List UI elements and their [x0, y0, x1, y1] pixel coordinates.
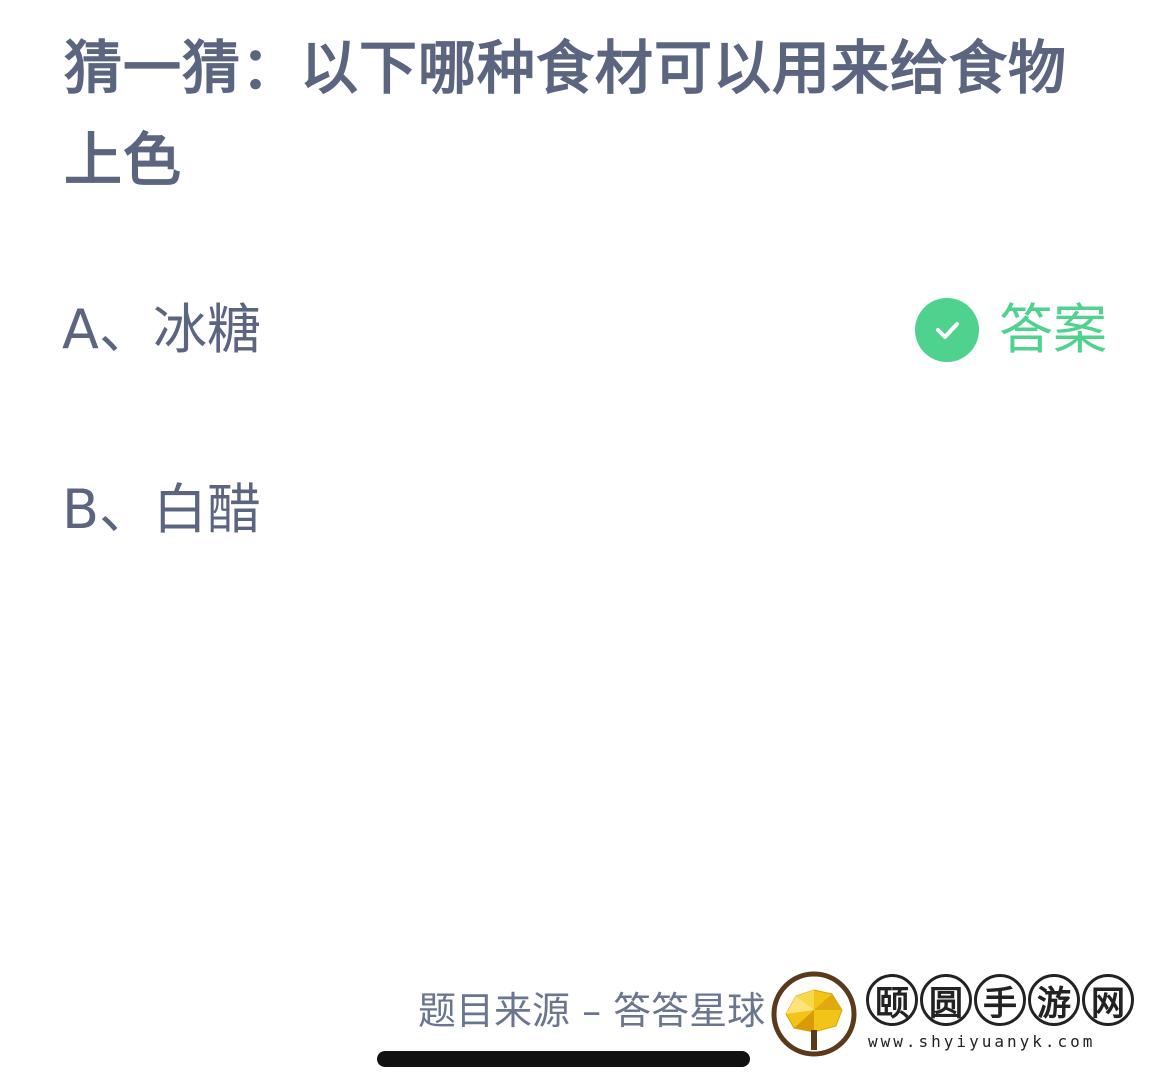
question-source: 题目来源 – 答答星球 [418, 989, 766, 1033]
answer-badge: 答案 [915, 298, 1107, 362]
home-indicator[interactable] [377, 1051, 750, 1067]
answer-label: 答案 [999, 298, 1107, 361]
watermark-char: 圆 [920, 974, 972, 1026]
watermark-url: www.shyiyuanyk.com [868, 1032, 1096, 1051]
option-a[interactable]: A、冰糖 [62, 298, 261, 362]
check-icon [915, 298, 979, 362]
watermark: 颐 圆 手 游 网 www.shyiyuanyk.com [770, 968, 1140, 1058]
watermark-char: 颐 [866, 974, 918, 1026]
watermark-char: 网 [1082, 974, 1134, 1026]
tree-logo-icon [770, 970, 858, 1062]
option-b[interactable]: B、白醋 [62, 478, 261, 542]
watermark-char: 手 [974, 974, 1026, 1026]
question-title: 猜一猜：以下哪种食材可以用来给食物上色 [64, 34, 1068, 194]
watermark-char: 游 [1028, 974, 1080, 1026]
